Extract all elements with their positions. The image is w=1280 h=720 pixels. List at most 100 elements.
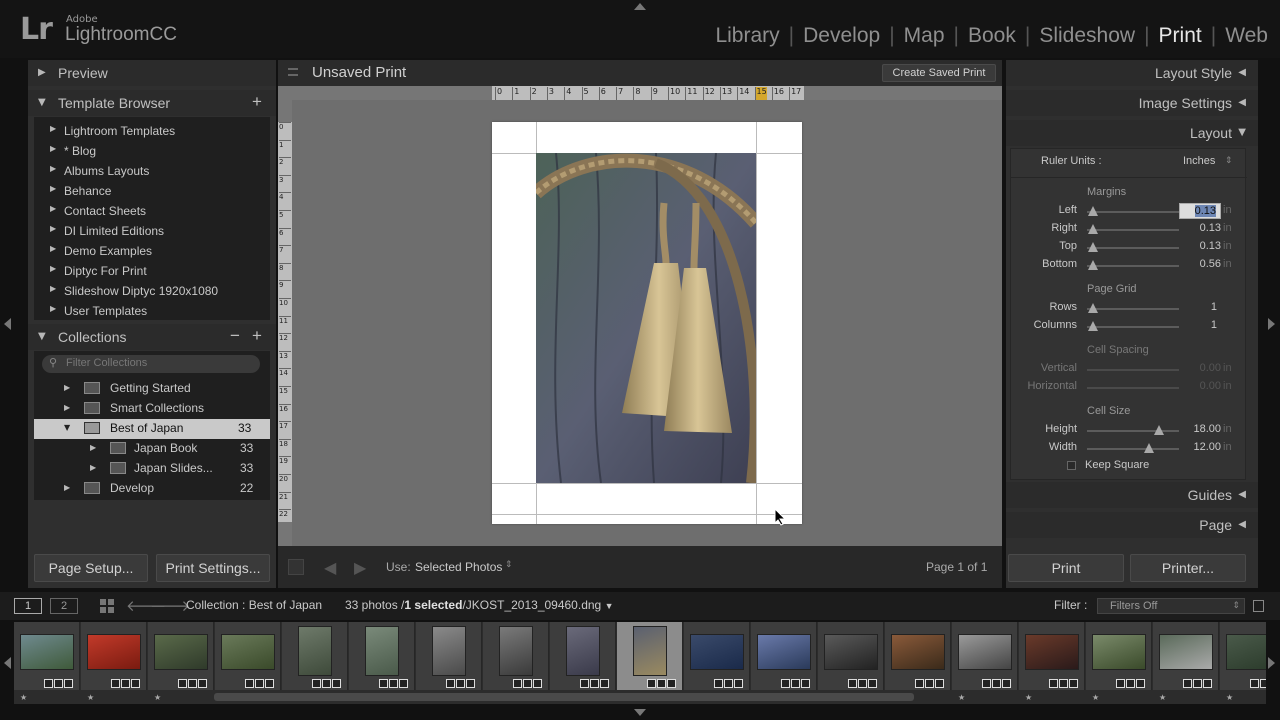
filmstrip-cell[interactable]: ★ [751, 622, 817, 702]
collapse-left-icon[interactable] [4, 318, 11, 330]
margin-right-value[interactable]: 0.13 [1200, 222, 1221, 234]
rating-star-icon[interactable]: ★ [1092, 693, 1099, 702]
rating-star-icon[interactable]: ★ [1025, 693, 1032, 702]
stop-icon[interactable] [288, 559, 304, 575]
filmstrip-cell[interactable]: ★ [215, 622, 281, 702]
filmstrip-cell[interactable]: ★ [148, 622, 214, 702]
template-item[interactable]: ▶ Diptyc For Print [50, 260, 264, 280]
margin-bottom-slider[interactable] [1088, 260, 1098, 270]
template-item[interactable]: ▶ Demo Examples [50, 240, 264, 260]
use-dropdown[interactable]: Selected Photos [415, 560, 502, 574]
collapse-left-filmstrip-icon[interactable] [4, 657, 11, 669]
filmstrip-cell[interactable]: ★ [1153, 622, 1219, 702]
rating-star-icon[interactable]: ★ [1159, 693, 1166, 702]
collection-item[interactable]: ▶ Develop 22 [34, 479, 270, 499]
print-page[interactable] [492, 122, 802, 524]
filmstrip-thumbnail[interactable] [1025, 634, 1079, 670]
margin-bottom-value[interactable]: 0.56 [1200, 258, 1221, 270]
layout-header[interactable]: Layout ▼ [1006, 120, 1258, 146]
page-setup-button[interactable]: Page Setup... [34, 554, 148, 582]
rating-star-icon[interactable]: ★ [87, 693, 94, 702]
filmstrip-thumbnail[interactable] [1092, 634, 1146, 670]
filter-lock-icon[interactable] [1253, 600, 1264, 612]
add-collection-icon[interactable]: + [252, 326, 262, 346]
template-browser-header[interactable]: ▼ Template Browser + [28, 90, 276, 116]
filmstrip-cell[interactable]: ★ [1019, 622, 1085, 702]
filmstrip-cell[interactable]: ★ [1220, 622, 1266, 702]
columns-value[interactable]: 1 [1211, 319, 1217, 331]
filmstrip-scrollbar[interactable] [214, 693, 914, 701]
collapse-top-icon[interactable] [634, 3, 646, 10]
filmstrip-cell[interactable]: ★ [684, 622, 750, 702]
previous-page-icon[interactable]: ◀ [324, 558, 336, 577]
collapse-bottom-icon[interactable] [634, 709, 646, 716]
filmstrip-thumbnail[interactable] [958, 634, 1012, 670]
columns-slider[interactable] [1088, 321, 1098, 331]
module-book[interactable]: Book [959, 24, 1025, 48]
forward-arrow-icon[interactable]: 🡒 [150, 596, 190, 615]
height-slider[interactable] [1154, 425, 1164, 435]
printer-button[interactable]: Printer... [1130, 554, 1246, 582]
collections-header[interactable]: ▼ Collections − + [28, 324, 276, 350]
margin-left-input[interactable]: 0.13 [1179, 203, 1221, 219]
margin-top-slider[interactable] [1088, 242, 1098, 252]
page-header[interactable]: Page ◀ [1006, 512, 1258, 538]
filmstrip-cell[interactable]: ★ [885, 622, 951, 702]
filter-collections-input[interactable]: ⚲ Filter Collections [42, 355, 260, 373]
filmstrip-cell[interactable]: ★ [1086, 622, 1152, 702]
collection-item[interactable]: ▶ Japan Book 33 [34, 439, 270, 459]
rating-star-icon[interactable]: ★ [20, 693, 27, 702]
guides-header[interactable]: Guides ◀ [1006, 482, 1258, 508]
filmstrip-thumbnail[interactable] [87, 634, 141, 670]
remove-collection-icon[interactable]: − [230, 326, 240, 346]
add-template-icon[interactable]: + [252, 92, 262, 112]
collection-item[interactable]: ▶ Getting Started [34, 379, 270, 399]
rows-value[interactable]: 1 [1211, 301, 1217, 313]
template-item[interactable]: ▶ Slideshow Diptyc 1920x1080 [50, 280, 264, 300]
rating-star-icon[interactable]: ★ [154, 693, 161, 702]
module-develop[interactable]: Develop [794, 24, 889, 48]
template-item[interactable]: ▶ User Templates [50, 300, 264, 320]
module-map[interactable]: Map [895, 24, 954, 48]
filmstrip-cell[interactable]: ★ [416, 622, 482, 702]
create-saved-print-button[interactable]: Create Saved Print [882, 64, 996, 82]
module-slideshow[interactable]: Slideshow [1030, 24, 1144, 48]
preview-header[interactable]: ▶ Preview [28, 60, 276, 86]
filmstrip-cell[interactable]: ★ [81, 622, 147, 702]
next-page-icon[interactable]: ▶ [354, 558, 366, 577]
filmstrip-thumbnail[interactable] [690, 634, 744, 670]
filmstrip-cell[interactable]: ★ [282, 622, 348, 702]
filmstrip-thumbnail[interactable] [1226, 634, 1266, 670]
collection-item[interactable]: ▶ Smart Collections [34, 399, 270, 419]
layout-style-header[interactable]: Layout Style ◀ [1006, 60, 1258, 86]
window-2-button[interactable]: 2 [50, 598, 78, 614]
filmstrip-thumbnail[interactable] [1159, 634, 1213, 670]
width-value[interactable]: 12.00 [1193, 441, 1221, 453]
image-settings-header[interactable]: Image Settings ◀ [1006, 90, 1258, 116]
filmstrip-thumbnail[interactable] [365, 626, 399, 676]
ruler-units-dropdown[interactable]: Inches [1183, 155, 1215, 167]
filmstrip-thumbnail[interactable] [757, 634, 811, 670]
template-item[interactable]: ▶ DI Limited Editions [50, 220, 264, 240]
rating-star-icon[interactable]: ★ [1226, 693, 1233, 702]
module-print[interactable]: Print [1150, 24, 1211, 48]
print-button[interactable]: Print [1008, 554, 1124, 582]
filmstrip-thumbnail[interactable] [20, 634, 74, 670]
margin-left-slider[interactable] [1088, 206, 1098, 216]
grid-view-icon[interactable] [100, 599, 114, 613]
filmstrip-thumbnail[interactable] [154, 634, 208, 670]
margin-top-value[interactable]: 0.13 [1200, 240, 1221, 252]
filmstrip-thumbnail[interactable] [499, 626, 533, 676]
template-item[interactable]: ▶ Albums Layouts [50, 160, 264, 180]
margin-right-slider[interactable] [1088, 224, 1098, 234]
filmstrip-cell[interactable]: ★ [14, 622, 80, 702]
collection-item-selected[interactable]: ▼ Best of Japan 33 [34, 419, 270, 439]
window-1-button[interactable]: 1 [14, 598, 42, 614]
collapse-right-filmstrip-icon[interactable] [1268, 657, 1275, 669]
filmstrip-thumbnail[interactable] [824, 634, 878, 670]
print-settings-button[interactable]: Print Settings... [156, 554, 270, 582]
filmstrip-cell[interactable]: ★ [550, 622, 616, 702]
collection-source[interactable]: Collection : Best of Japan [186, 598, 322, 612]
template-item[interactable]: ▶ Behance [50, 180, 264, 200]
filmstrip-thumbnail[interactable] [432, 626, 466, 676]
